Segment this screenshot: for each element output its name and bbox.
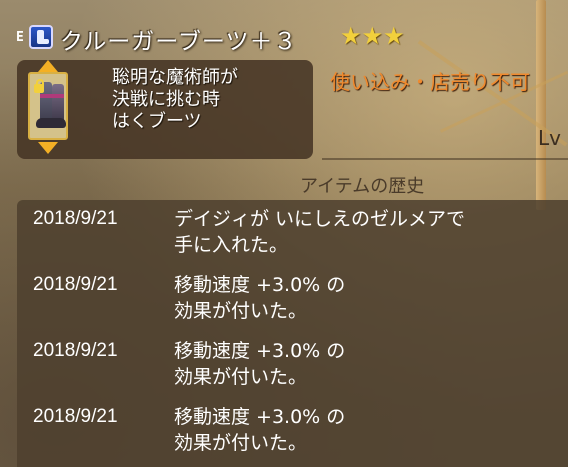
background-pole xyxy=(536,0,546,210)
entry-line: 効果が付いた。 xyxy=(174,432,308,454)
entry-line: 効果が付いた。 xyxy=(174,300,308,322)
entry-line: 効果が付いた。 xyxy=(174,366,308,388)
scroll-up-arrow-icon[interactable] xyxy=(38,60,58,72)
boots-art-icon xyxy=(36,118,66,128)
boots-icon xyxy=(29,25,53,49)
history-entry: 2018/9/21 移動速度 +3.0% の 効果が付いた。 xyxy=(17,398,568,462)
entry-text: デイジィが いにしえのゼルメアで 手に入れた。 xyxy=(174,206,566,258)
description-line: はくブーツ xyxy=(112,111,202,132)
history-entry: 2018/9/21 移動速度 +3.0% の 効果が付いた。 xyxy=(17,266,568,330)
entry-line: デイジィが いにしえのゼルメアで xyxy=(174,208,466,230)
history-entry: 2018/9/21 デイジィが いにしえのゼルメアで 手に入れた。 xyxy=(17,200,568,264)
history-entry: 2018/9/21 移動速度 +3.0% の 効果が付いた。 xyxy=(17,332,568,396)
description-line: 決戦に挑む時 xyxy=(112,89,220,110)
entry-date: 2018/9/21 xyxy=(33,208,118,229)
lock-icon xyxy=(34,79,44,93)
entry-text: 移動速度 +3.0% の 効果が付いた。 xyxy=(174,272,566,324)
entry-line: 移動速度 +3.0% の xyxy=(174,274,346,296)
divider xyxy=(322,158,568,160)
entry-line: 移動速度 +3.0% の xyxy=(174,340,346,362)
entry-date: 2018/9/21 xyxy=(33,340,118,361)
entry-line: 手に入れた。 xyxy=(174,234,289,256)
entry-text: 移動速度 +3.0% の 効果が付いた。 xyxy=(174,404,566,456)
item-name: クルーガーブーツ＋３ xyxy=(60,29,298,55)
description-line: 聡明な魔術師が xyxy=(112,67,238,88)
scroll-down-arrow-icon[interactable] xyxy=(38,142,58,154)
history-title: アイテムの歴史 xyxy=(300,176,425,197)
entry-date: 2018/9/21 xyxy=(33,274,118,295)
entry-line: 移動速度 +3.0% の xyxy=(174,406,346,428)
entry-text: 移動速度 +3.0% の 効果が付いた。 xyxy=(174,338,566,390)
item-description: 聡明な魔術師が 決戦に挑む時 はくブーツ xyxy=(112,67,302,133)
equip-slot-tag: E xyxy=(16,30,24,45)
history-panel: 2018/9/21 デイジィが いにしえのゼルメアで 手に入れた。 2018/9… xyxy=(17,200,568,467)
entry-date: 2018/9/21 xyxy=(33,406,118,427)
level-label: Lv xyxy=(538,126,561,150)
boots-art-icon xyxy=(40,94,64,98)
restriction-notice: 使い込み・店売り不可 xyxy=(330,70,530,94)
star-rating: ★★★ xyxy=(340,22,405,50)
